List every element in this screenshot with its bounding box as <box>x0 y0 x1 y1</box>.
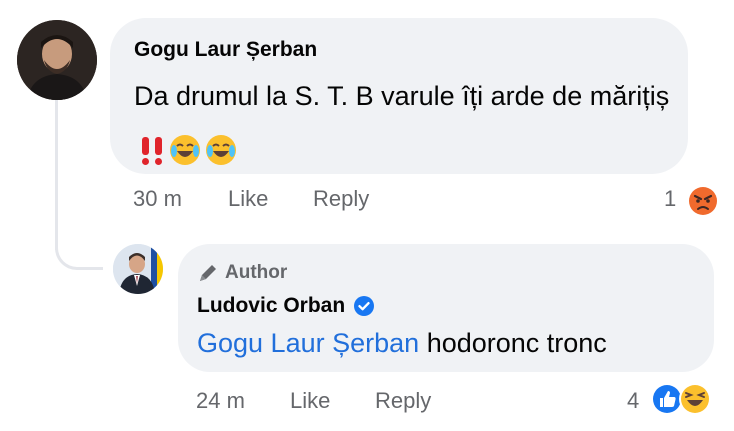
reply-text: Gogu Laur Șerban hodoronc tronc <box>197 328 607 359</box>
avatar[interactable] <box>113 244 163 294</box>
exclamation-icon <box>153 135 163 165</box>
comment-emojis <box>140 133 238 167</box>
reaction-count[interactable]: 1 <box>664 186 676 212</box>
avatar[interactable] <box>17 20 97 100</box>
mention-link[interactable]: Gogu Laur Șerban <box>197 328 419 358</box>
reply-author-name[interactable]: Ludovic Orban <box>197 294 345 318</box>
comment-text: Da drumul la S. T. B varule îți arde de … <box>134 70 674 174</box>
thread-connector <box>55 222 103 270</box>
tears-of-joy-icon <box>170 134 200 165</box>
reply-author[interactable]: Ludovic Orban <box>197 294 375 318</box>
comment-text-body: Da drumul la S. T. B varule îți arde de … <box>134 81 670 111</box>
tears-of-joy-icon <box>206 134 236 165</box>
author-badge-label: Author <box>225 262 288 283</box>
reply-button[interactable]: Reply <box>375 388 431 414</box>
reaction-count[interactable]: 4 <box>627 388 639 414</box>
author-badge: Author <box>197 262 287 284</box>
pen-icon <box>200 265 216 281</box>
haha-reaction-icon <box>679 383 711 415</box>
reply-timestamp[interactable]: 24 m <box>196 388 245 414</box>
exclamation-icon <box>140 135 150 165</box>
angry-reaction-icon[interactable] <box>686 184 720 223</box>
reaction-icons[interactable] <box>650 382 712 416</box>
like-button[interactable]: Like <box>290 388 330 414</box>
verified-badge-icon <box>354 296 375 316</box>
comment-timestamp[interactable]: 30 m <box>133 186 182 212</box>
reply-button[interactable]: Reply <box>313 186 369 212</box>
comment-author[interactable]: Gogu Laur Șerban <box>134 38 317 62</box>
reply-text-body: hodoronc tronc <box>426 328 607 358</box>
like-button[interactable]: Like <box>228 186 268 212</box>
